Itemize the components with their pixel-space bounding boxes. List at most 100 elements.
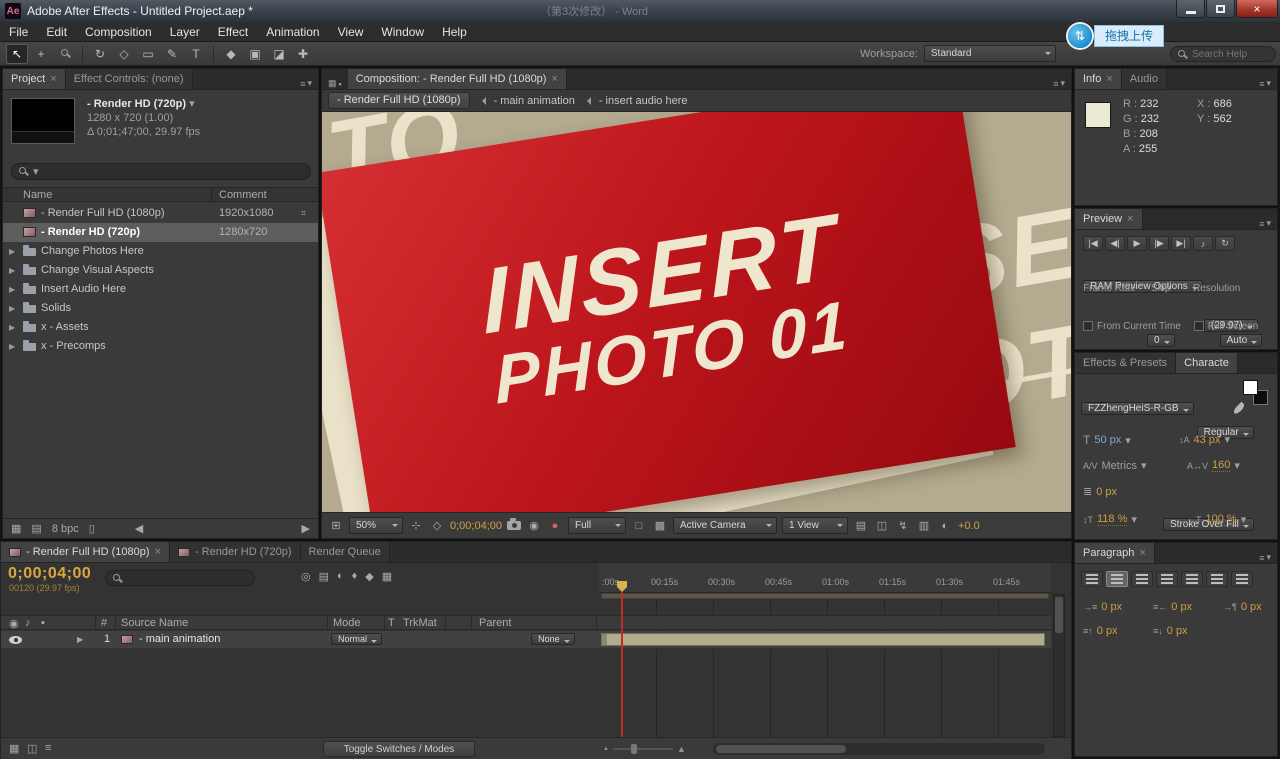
- menu-layer[interactable]: Layer: [161, 22, 209, 42]
- menu-window[interactable]: Window: [372, 22, 433, 42]
- loop-icon[interactable]: ↻: [1215, 236, 1235, 251]
- project-search-field[interactable]: ▾: [11, 163, 311, 180]
- font-size-value[interactable]: 50 px: [1094, 434, 1121, 446]
- next-frame-button[interactable]: |▶: [1149, 236, 1169, 251]
- indent-right-control[interactable]: ≡← 0 px: [1153, 601, 1192, 613]
- column-source-name[interactable]: Source Name: [121, 617, 188, 629]
- tab-effects-presets[interactable]: Effects & Presets: [1075, 353, 1176, 373]
- timeline-horizontal-scrollbar[interactable]: [713, 743, 1045, 755]
- pixel-aspect-icon[interactable]: ◫: [874, 519, 890, 532]
- close-icon[interactable]: ×: [155, 543, 161, 562]
- tab-render-queue[interactable]: Render Queue: [301, 542, 390, 562]
- horizontal-scale-value[interactable]: 100 %: [1206, 513, 1237, 526]
- column-name[interactable]: Name: [23, 189, 52, 201]
- motion-blur-icon[interactable]: ◐: [337, 570, 344, 583]
- chevron-down-icon[interactable]: ▾: [1125, 434, 1131, 447]
- zoom-out-icon[interactable]: ▲: [603, 746, 609, 752]
- play-button[interactable]: ▶: [1127, 236, 1147, 251]
- expand-in-out-icon[interactable]: ≡: [45, 742, 51, 754]
- vertical-scale-value[interactable]: 118 %: [1097, 513, 1127, 526]
- breadcrumb-current[interactable]: - Render Full HD (1080p): [328, 92, 470, 109]
- pen-tool[interactable]: ✎: [161, 44, 183, 64]
- space-before-control[interactable]: ≡↑ 0 px: [1083, 625, 1118, 637]
- exposure-value[interactable]: +0.0: [958, 520, 980, 532]
- column-mode[interactable]: Mode: [333, 617, 361, 629]
- tab-preview[interactable]: Preview ×: [1075, 209, 1143, 229]
- first-line-indent-control[interactable]: →¶ 0 px: [1223, 601, 1262, 613]
- table-row[interactable]: - Render HD (720p) 1280x720: [3, 223, 318, 242]
- close-icon[interactable]: ×: [551, 70, 557, 89]
- graph-editor-icon[interactable]: ▦: [382, 570, 392, 583]
- chevron-down-icon[interactable]: ▾: [1241, 513, 1247, 526]
- search-help-input[interactable]: [1192, 49, 1262, 60]
- upload-label[interactable]: 拖拽上传: [1094, 25, 1164, 47]
- current-time-display[interactable]: 0;00;04;00: [450, 520, 502, 532]
- table-row[interactable]: - Render Full HD (1080p) 1920x1080 ⌗: [3, 204, 318, 223]
- tab-character[interactable]: Characte: [1176, 353, 1238, 373]
- zoom-knob[interactable]: [631, 744, 637, 754]
- table-row[interactable]: ▶ Insert Audio Here: [3, 280, 318, 299]
- tab-project[interactable]: Project ×: [3, 69, 66, 89]
- column-parent[interactable]: Parent: [479, 617, 511, 629]
- trash-icon[interactable]: ▯: [89, 522, 95, 535]
- chevron-down-icon[interactable]: ▾: [1224, 433, 1230, 446]
- panel-menu-icon[interactable]: ≡▾: [1253, 552, 1277, 563]
- font-size-control[interactable]: T 50 px ▾: [1083, 433, 1131, 447]
- expand-transfer-controls-icon[interactable]: ◫: [27, 742, 37, 755]
- close-icon[interactable]: ×: [1106, 70, 1112, 89]
- expander-icon[interactable]: ▶: [77, 635, 83, 644]
- chevron-down-icon[interactable]: ▾: [1141, 459, 1147, 472]
- region-of-interest-icon[interactable]: □: [631, 520, 647, 532]
- grid-options-icon[interactable]: ⊞: [328, 519, 344, 532]
- snapshot-icon[interactable]: [507, 521, 521, 530]
- from-current-time-checkbox[interactable]: [1083, 321, 1093, 331]
- timeline-vertical-scrollbar[interactable]: [1053, 594, 1065, 737]
- channels-icon[interactable]: ●: [547, 520, 563, 532]
- safe-guides-icon[interactable]: ⊹: [408, 519, 424, 532]
- exposure-icon[interactable]: ◐: [937, 520, 953, 532]
- tracking-value[interactable]: 160: [1212, 459, 1230, 472]
- skip-select[interactable]: 0: [1147, 334, 1175, 347]
- leading-value[interactable]: 43 px: [1194, 434, 1221, 446]
- tab-paragraph[interactable]: Paragraph ×: [1075, 543, 1155, 563]
- close-button[interactable]: ×: [1236, 0, 1278, 18]
- justify-last-left-button[interactable]: [1156, 571, 1178, 587]
- table-row[interactable]: ▶ x - Precomps: [3, 337, 318, 356]
- project-column-headers[interactable]: Name Comment: [3, 187, 318, 202]
- timeline-search-field[interactable]: [105, 570, 255, 586]
- tab-audio[interactable]: Audio: [1122, 69, 1167, 89]
- type-tool[interactable]: T: [185, 44, 207, 64]
- menu-view[interactable]: View: [329, 22, 373, 42]
- fill-color-swatch[interactable]: [1243, 380, 1258, 395]
- expander-icon[interactable]: ▶: [9, 242, 15, 261]
- eyedropper-icon[interactable]: [1232, 402, 1245, 415]
- expander-icon[interactable]: ▶: [9, 280, 15, 299]
- menu-effect[interactable]: Effect: [209, 22, 257, 42]
- toggle-switches-modes-button[interactable]: Toggle Switches / Modes: [323, 741, 475, 757]
- space-after-control[interactable]: ≡↓ 0 px: [1153, 625, 1188, 637]
- mask-shape-tool[interactable]: ▭: [137, 44, 159, 64]
- scroll-left-icon[interactable]: ◀: [135, 522, 143, 535]
- chevron-down-icon[interactable]: ▾: [1234, 459, 1240, 472]
- brush-tool[interactable]: ◆: [220, 44, 242, 64]
- parent-select[interactable]: None: [531, 633, 575, 645]
- zoom-tool[interactable]: [54, 44, 76, 64]
- orbit-camera-tool[interactable]: ↻: [89, 44, 111, 64]
- tab-info[interactable]: Info ×: [1075, 69, 1122, 89]
- indent-right-value[interactable]: 0 px: [1171, 601, 1192, 613]
- chevron-down-icon[interactable]: ▾: [1131, 513, 1137, 526]
- work-area-bar[interactable]: [601, 593, 1049, 599]
- menu-composition[interactable]: Composition: [76, 22, 161, 42]
- zoom-in-icon[interactable]: ▲: [677, 744, 686, 754]
- stroke-width-control[interactable]: ≣ 0 px: [1083, 485, 1117, 498]
- puppet-pin-tool[interactable]: ✚: [292, 44, 314, 64]
- table-row[interactable]: ▶ x - Assets: [3, 318, 318, 337]
- layer-name[interactable]: - main animation: [139, 633, 220, 645]
- stroke-width-value[interactable]: 0 px: [1096, 486, 1117, 498]
- timeline-current-time[interactable]: 0;00;04;00: [8, 565, 91, 583]
- expander-icon[interactable]: ▶: [9, 299, 15, 318]
- blend-mode-select[interactable]: Normal: [331, 633, 382, 645]
- scrollbar-thumb[interactable]: [716, 745, 846, 753]
- workspace-select[interactable]: Standard: [924, 45, 1056, 62]
- menu-animation[interactable]: Animation: [257, 22, 328, 42]
